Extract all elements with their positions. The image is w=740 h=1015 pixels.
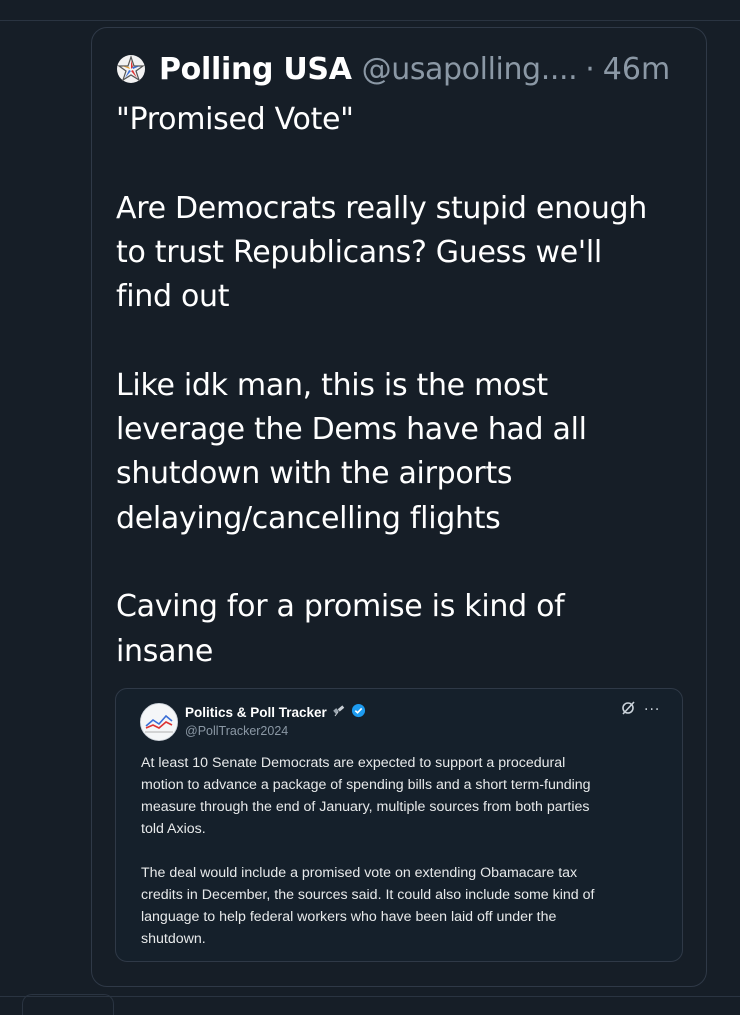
post-line: Like idk man, this is the most [116,367,548,403]
embedded-line: shutdown. [141,931,206,947]
post-line: Caving for a promise is kind of [116,589,565,625]
post-line: Are Democrats really stupid enough [116,190,648,226]
embedded-display-name: Politics & Poll Tracker [185,704,327,720]
divider-top [0,20,740,21]
embedded-author-handle: @PollTracker2024 [185,724,289,738]
embedded-line: At least 10 Senate Democrats are expecte… [141,755,566,771]
embedded-line: language to help federal workers who hav… [141,909,557,925]
post-timestamp[interactable]: 46m [603,52,670,87]
embedded-actions: ··· [620,700,660,720]
poll-tracker-logo-icon [141,704,177,740]
embedded-line: told Axios. [141,821,206,837]
post-line: find out [116,279,230,315]
embedded-line: measure through the end of January, mult… [141,799,590,815]
author-display-name[interactable]: Polling USA [159,52,352,87]
post-line: shutdown with the airports [116,456,513,492]
header-separator: · [585,51,595,87]
post-body: "Promised Vote" Are Democrats really stu… [116,98,696,674]
satellite-icon [332,704,346,721]
verified-badge-icon [351,703,366,721]
post-line: to trust Republicans? Guess we'll [116,234,602,270]
embedded-author-avatar [140,703,178,741]
author-avatar[interactable] [116,54,146,84]
author-handle[interactable]: @usapolling.... [362,52,578,87]
polling-usa-logo-icon [117,55,145,83]
embedded-line: motion to advance a package of spending … [141,777,591,793]
post-header: Polling USA @usapolling.... · 46m [116,48,670,90]
embedded-line: credits in December, the sources said. I… [141,887,595,903]
post-line: insane [116,633,214,669]
more-options-icon: ··· [644,702,661,718]
post-line: "Promised Vote" [116,102,354,137]
post-line: delaying/cancelling flights [116,500,501,536]
next-post-edge [22,994,114,1015]
embedded-author-name: Politics & Poll Tracker [185,703,366,721]
grok-icon [620,700,636,720]
embedded-line: The deal would include a promised vote o… [141,865,578,881]
post-line: leverage the Dems have had all [116,412,587,448]
embedded-post-text: At least 10 Senate Democrats are expecte… [141,752,681,950]
